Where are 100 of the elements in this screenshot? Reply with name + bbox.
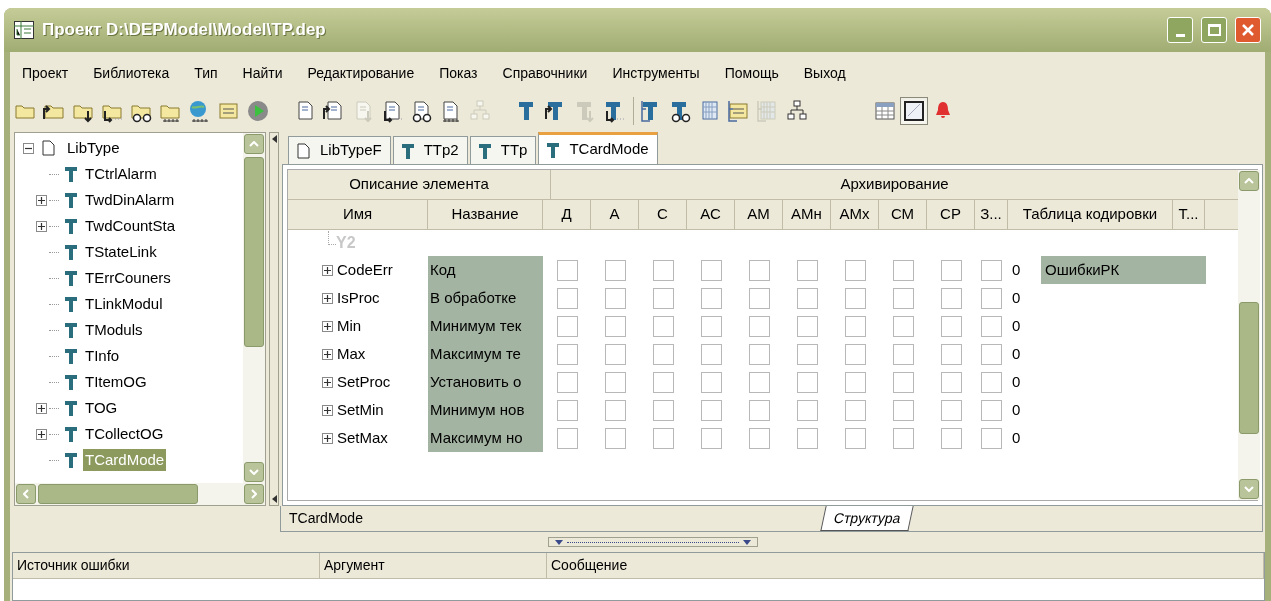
expand-toggle[interactable]: [322, 376, 333, 388]
tree-horizontal-scrollbar[interactable]: [15, 483, 265, 505]
panel-splitter[interactable]: [547, 537, 758, 547]
archive-checkbox[interactable]: [604, 371, 626, 393]
archive-checkbox[interactable]: [892, 315, 914, 337]
menu-item[interactable]: Тип: [194, 62, 218, 84]
element-name[interactable]: SetMin: [337, 398, 384, 422]
element-name[interactable]: SetMax: [337, 426, 388, 450]
close-button[interactable]: [1235, 17, 1261, 43]
menu-item[interactable]: Инструменты: [612, 62, 700, 84]
scroll-down-button[interactable]: [244, 462, 264, 482]
archive-checkbox[interactable]: [700, 427, 722, 449]
expand-toggle[interactable]: [322, 320, 333, 332]
archive-checkbox[interactable]: [604, 399, 626, 421]
element-title[interactable]: Установить о: [428, 368, 543, 396]
archive-checkbox[interactable]: [892, 371, 914, 393]
archive-checkbox[interactable]: [981, 399, 1002, 421]
archive-checkbox[interactable]: [844, 427, 866, 449]
column-header[interactable]: А: [591, 200, 639, 229]
coding-table-cell[interactable]: ОшибкиРК: [1041, 256, 1206, 284]
archive-checkbox[interactable]: [652, 427, 674, 449]
tree-item[interactable]: TLinkModul: [83, 292, 165, 316]
archive-checkbox[interactable]: [940, 259, 962, 281]
archive-checkbox[interactable]: [604, 427, 626, 449]
archive-checkbox[interactable]: [981, 287, 1002, 309]
archive-checkbox[interactable]: [844, 399, 866, 421]
column-header[interactable]: Таблица кодировки: [1008, 200, 1173, 229]
archive-checkbox[interactable]: [700, 287, 722, 309]
archive-checkbox[interactable]: [556, 371, 578, 393]
column-header[interactable]: Сообщение: [547, 553, 1264, 578]
expand-toggle[interactable]: [322, 432, 333, 444]
element-title[interactable]: Максимум те: [428, 340, 543, 368]
archive-checkbox[interactable]: [844, 371, 866, 393]
tree-item[interactable]: TwdDinAlarm: [83, 188, 177, 212]
element-name[interactable]: Max: [337, 342, 366, 366]
tree-item[interactable]: TStateLink: [83, 240, 159, 264]
expand-toggle[interactable]: [36, 220, 47, 232]
collapse-left-icon[interactable]: [271, 135, 277, 143]
archive-checkbox[interactable]: [892, 399, 914, 421]
archive-checkbox[interactable]: [700, 399, 722, 421]
editor-tab[interactable]: TCardMode: [538, 132, 658, 164]
tree-item[interactable]: TCollectOG: [83, 422, 166, 446]
archive-checkbox[interactable]: [556, 287, 578, 309]
element-title[interactable]: Код: [428, 256, 543, 284]
archive-checkbox[interactable]: [940, 399, 962, 421]
editor-tab[interactable]: TTp2: [392, 136, 468, 164]
archive-checkbox[interactable]: [748, 315, 770, 337]
archive-checkbox[interactable]: [748, 259, 770, 281]
tree-item[interactable]: TInfo: [83, 344, 122, 368]
archive-checkbox[interactable]: [796, 343, 818, 365]
column-header[interactable]: Название: [428, 200, 543, 229]
element-title[interactable]: Минимум тек: [428, 312, 543, 340]
scroll-thumb[interactable]: [38, 484, 198, 504]
element-title[interactable]: Максимум но: [428, 424, 543, 452]
archive-checkbox[interactable]: [748, 399, 770, 421]
archive-checkbox[interactable]: [981, 371, 1002, 393]
column-header[interactable]: Аргумент: [320, 553, 547, 578]
scroll-up-button[interactable]: [244, 134, 264, 154]
archive-checkbox[interactable]: [700, 371, 722, 393]
archive-checkbox[interactable]: [844, 343, 866, 365]
archive-checkbox[interactable]: [940, 427, 962, 449]
column-header[interactable]: АС: [687, 200, 735, 229]
expand-toggle[interactable]: [36, 194, 47, 206]
scroll-thumb[interactable]: [244, 157, 264, 347]
collapse-left-icon[interactable]: [271, 495, 277, 503]
archive-checkbox[interactable]: [796, 259, 818, 281]
element-name[interactable]: Min: [337, 314, 362, 338]
expand-toggle[interactable]: [322, 264, 333, 276]
archive-checkbox[interactable]: [796, 371, 818, 393]
menu-item[interactable]: Помощь: [724, 62, 779, 84]
archive-checkbox[interactable]: [892, 287, 914, 309]
menu-item[interactable]: Найти: [242, 62, 283, 84]
archive-checkbox[interactable]: [940, 343, 962, 365]
archive-checkbox[interactable]: [700, 315, 722, 337]
element-name[interactable]: CodeErr: [337, 258, 393, 282]
menu-item[interactable]: Библиотека: [93, 62, 170, 84]
archive-checkbox[interactable]: [892, 343, 914, 365]
scroll-up-button[interactable]: [1239, 171, 1259, 191]
archive-checkbox[interactable]: [652, 371, 674, 393]
column-header[interactable]: Источник ошибки: [13, 553, 320, 578]
archive-checkbox[interactable]: [981, 343, 1002, 365]
collapse-toggle[interactable]: [23, 142, 34, 154]
column-header[interactable]: СМ: [879, 200, 927, 229]
tree-item[interactable]: TErrCouners: [83, 266, 173, 290]
element-title[interactable]: Минимум нов: [428, 396, 543, 424]
archive-checkbox[interactable]: [652, 343, 674, 365]
archive-checkbox[interactable]: [748, 371, 770, 393]
archive-checkbox[interactable]: [652, 399, 674, 421]
archive-checkbox[interactable]: [556, 399, 578, 421]
archive-checkbox[interactable]: [796, 399, 818, 421]
archive-checkbox[interactable]: [604, 287, 626, 309]
archive-checkbox[interactable]: [796, 287, 818, 309]
scroll-thumb[interactable]: [1239, 302, 1259, 434]
archive-checkbox[interactable]: [604, 315, 626, 337]
scroll-down-button[interactable]: [1239, 479, 1259, 499]
maximize-button[interactable]: [1201, 17, 1227, 43]
column-header[interactable]: С: [639, 200, 687, 229]
expand-toggle[interactable]: [36, 402, 47, 414]
archive-checkbox[interactable]: [981, 259, 1002, 281]
element-title[interactable]: В обработке: [428, 284, 543, 312]
